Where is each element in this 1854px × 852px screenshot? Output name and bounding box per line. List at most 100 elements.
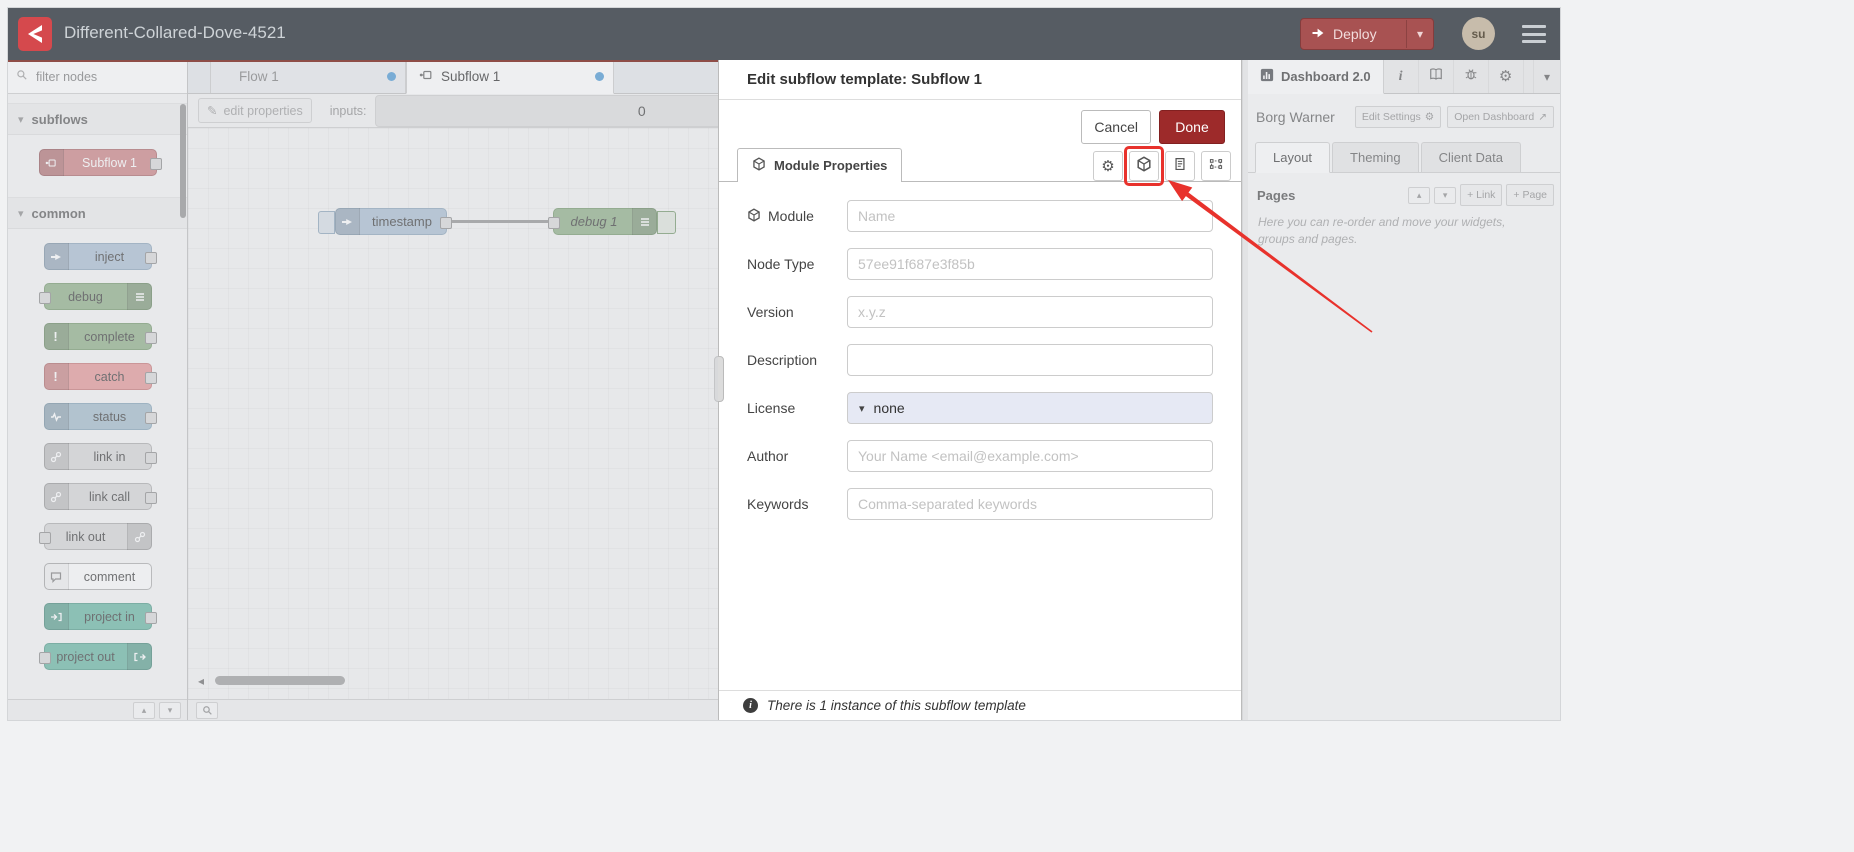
dialog-tab-strip: Module Properties ⚙ (719, 146, 1241, 186)
palette-node-subflow-1[interactable]: Subflow 1 (38, 149, 162, 176)
description-input[interactable] (847, 344, 1213, 376)
document-icon (1173, 157, 1187, 176)
chevron-down-icon: ▾ (18, 207, 24, 220)
palette-node-debug[interactable]: debug (38, 283, 152, 310)
tab-layout[interactable]: Layout (1255, 142, 1331, 173)
debug-toggle-button[interactable] (657, 211, 676, 234)
input-port (38, 532, 51, 544)
catch-icon: ! (43, 363, 69, 390)
tab-subflow-1[interactable]: Subflow 1 (406, 60, 614, 94)
app-logo-icon (18, 17, 52, 51)
deploy-button[interactable]: Deploy ▾ (1300, 18, 1434, 50)
move-down-button[interactable]: ▾ (1434, 186, 1457, 204)
tab-info[interactable]: i (1384, 60, 1419, 93)
tab-dashboard-2[interactable]: Dashboard 2.0 (1248, 60, 1384, 94)
palette-node-catch[interactable]: ! catch (43, 363, 157, 390)
palette-node-status[interactable]: status (43, 403, 157, 430)
screenshot-stage: Different-Collared-Dove-4521 Deploy ▾ su… (0, 0, 1854, 852)
add-page-button[interactable]: + Page (1506, 184, 1554, 206)
dialog-title: Edit subflow template: Subflow 1 (719, 60, 1241, 100)
form-row-license: License ▾ none (747, 392, 1213, 424)
license-select[interactable]: ▾ none (847, 392, 1213, 424)
tab-module-properties[interactable]: Module Properties (737, 148, 903, 182)
tab-debug[interactable] (1454, 60, 1489, 93)
keywords-input[interactable] (847, 488, 1213, 520)
appearance-button[interactable] (1201, 151, 1231, 181)
tab-theming[interactable]: Theming (1332, 142, 1419, 172)
deploy-label: Deploy (1333, 26, 1377, 42)
pages-title: Pages (1257, 187, 1296, 203)
palette-node-project-in[interactable]: project in (43, 603, 157, 630)
tab-config-nodes[interactable]: ⚙ (1489, 60, 1524, 93)
palette-node-link-in[interactable]: link in (43, 443, 157, 470)
description-button[interactable] (1165, 151, 1195, 181)
book-icon (1429, 67, 1443, 86)
palette-collapse-down-button[interactable]: ▾ (159, 701, 181, 719)
open-dashboard-button[interactable]: Open Dashboard ↗ (1447, 106, 1554, 128)
node-debug-1[interactable]: debug 1 (548, 208, 676, 235)
cube-icon (1136, 155, 1152, 177)
inputs-label: inputs: (329, 103, 367, 118)
main-menu-icon[interactable] (1522, 25, 1546, 43)
deploy-options-caret-icon[interactable]: ▾ (1406, 20, 1433, 48)
palette-node-comment[interactable]: comment (43, 563, 152, 590)
palette-category-common[interactable]: ▾ common (8, 197, 187, 229)
node-palette: ▾ subflows Subflow 1 ▾ common inject (8, 60, 199, 720)
dashboard-sub-tabs: Layout Theming Client Data (1248, 142, 1560, 173)
bar-chart-icon (1260, 68, 1274, 85)
edit-settings-button[interactable]: Edit Settings ⚙ (1354, 106, 1442, 128)
dashboard-header-row: Borg Warner Edit Settings ⚙ Open Dashboa… (1256, 104, 1554, 130)
palette-node-complete[interactable]: ! complete (43, 323, 157, 350)
edit-properties-button[interactable]: ✎ edit properties (198, 98, 312, 123)
bug-icon (1464, 67, 1478, 86)
palette-node-inject[interactable]: inject (43, 243, 157, 270)
author-input[interactable] (847, 440, 1213, 472)
node-timestamp[interactable]: timestamp (318, 208, 452, 235)
done-button[interactable]: Done (1159, 110, 1225, 144)
info-icon: i (1398, 68, 1403, 84)
user-avatar[interactable]: su (1462, 17, 1495, 50)
module-properties-button[interactable] (1124, 146, 1164, 186)
output-port (440, 217, 452, 229)
pages-header-row: Pages ▴ ▾ + Link + Page (1257, 184, 1554, 206)
tab-client-data[interactable]: Client Data (1420, 142, 1521, 172)
horizontal-scrollbar[interactable] (215, 676, 345, 685)
palette-category-subflows[interactable]: ▾ subflows (8, 103, 187, 135)
debug-icon (126, 283, 152, 310)
caret-down-icon: ▾ (859, 402, 865, 415)
palette-node-link-call[interactable]: link call (43, 483, 157, 510)
tab-flow-1[interactable]: Flow 1 (210, 60, 406, 93)
sidebar-tabs-caret-icon[interactable]: ▾ (1533, 60, 1560, 93)
complete-icon: ! (43, 323, 69, 350)
add-link-button[interactable]: + Link (1460, 184, 1503, 206)
palette-node-link-out[interactable]: link out (38, 523, 152, 550)
zoom-search-button[interactable] (196, 701, 218, 719)
output-port (144, 332, 157, 344)
palette-search[interactable] (8, 60, 199, 94)
tab-help[interactable] (1419, 60, 1454, 93)
form-row-keywords: Keywords (747, 488, 1213, 520)
gear-icon: ⚙ (1101, 157, 1115, 175)
debug-icon (632, 208, 657, 235)
cancel-button[interactable]: Cancel (1081, 110, 1151, 144)
output-port (144, 612, 157, 624)
palette-search-input[interactable] (34, 68, 199, 85)
output-port (144, 412, 157, 424)
inject-trigger-button[interactable] (318, 211, 335, 234)
palette-collapse-up-button[interactable]: ▴ (133, 701, 155, 719)
link-icon (43, 443, 69, 470)
version-input[interactable] (847, 296, 1213, 328)
node-settings-button[interactable]: ⚙ (1093, 151, 1123, 181)
palette-node-project-out[interactable]: project out (38, 643, 152, 670)
comment-icon (43, 563, 69, 590)
inject-icon (43, 243, 69, 270)
inject-icon (335, 208, 360, 235)
scroll-left-icon[interactable]: ◂ (198, 674, 204, 688)
unsaved-changes-dot (595, 72, 604, 81)
info-icon: i (743, 698, 758, 713)
deploy-icon (1311, 26, 1325, 43)
palette-scrollbar[interactable] (180, 104, 186, 218)
module-name-input[interactable] (847, 200, 1213, 232)
move-up-button[interactable]: ▴ (1408, 186, 1431, 204)
node-type-input[interactable] (847, 248, 1213, 280)
